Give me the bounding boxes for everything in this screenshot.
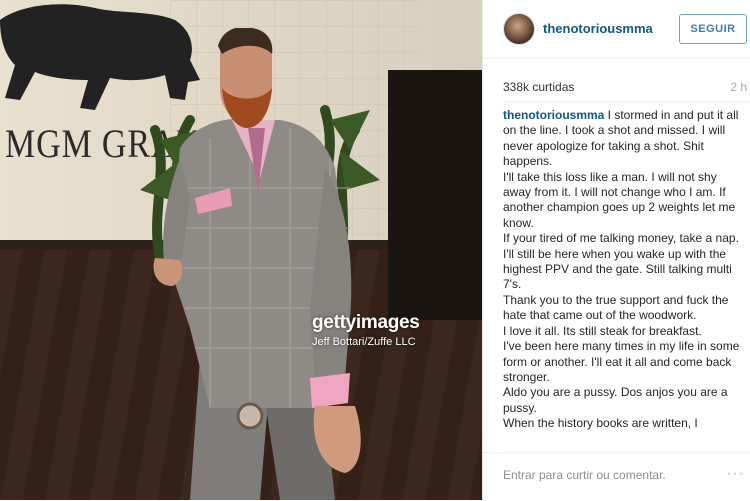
caption-line: I love it all. Its still steak for break… xyxy=(503,323,702,338)
caption-line: I'll still be here when you wake up with… xyxy=(503,246,732,292)
follow-button[interactable]: SEGUIR xyxy=(679,14,747,44)
likes-count[interactable]: 338k curtidas xyxy=(503,80,574,94)
caption-line: Aldo you are a pussy. Dos anjos you are … xyxy=(503,385,728,415)
more-options-icon[interactable]: ··· xyxy=(726,465,745,483)
caption-username[interactable]: thenotoriousmma xyxy=(503,108,604,122)
getty-watermark: gettyimages Jeff Bottari/Zuffe LLC xyxy=(312,312,420,348)
caption-area: thenotoriousmma I stormed in and put it … xyxy=(503,108,745,444)
post-sidebar: thenotoriousmma SEGUIR 338k curtidas 2 h… xyxy=(482,0,750,500)
caption: thenotoriousmma I stormed in and put it … xyxy=(503,108,745,432)
caption-line: When the history books are written, I xyxy=(503,416,698,431)
post-time[interactable]: 2 h xyxy=(730,80,747,94)
getty-logo: gettyimages xyxy=(312,312,420,333)
divider xyxy=(503,102,750,103)
caption-line: If your tired of me talking money, take … xyxy=(503,231,739,246)
post-header: thenotoriousmma SEGUIR xyxy=(483,0,750,59)
photo-credit: Jeff Bottari/Zuffe LLC xyxy=(312,336,416,348)
man-in-suit xyxy=(153,28,361,500)
caption-line: I'll take this loss like a man. I will n… xyxy=(503,169,736,230)
comment-bar: Entrar para curtir ou comentar. ··· xyxy=(483,452,750,501)
comment-input[interactable]: Entrar para curtir ou comentar. xyxy=(503,468,666,482)
username-link[interactable]: thenotoriousmma xyxy=(543,21,653,36)
post-photo[interactable]: MGM GRAND gettyimages Jeff Bottari/Zuffe… xyxy=(0,0,482,500)
caption-line: Thank you to the true support and fuck t… xyxy=(503,292,729,323)
photo-doorway xyxy=(388,70,482,320)
caption-line: I've been here many times in my life in … xyxy=(503,339,740,384)
avatar[interactable] xyxy=(503,13,535,45)
